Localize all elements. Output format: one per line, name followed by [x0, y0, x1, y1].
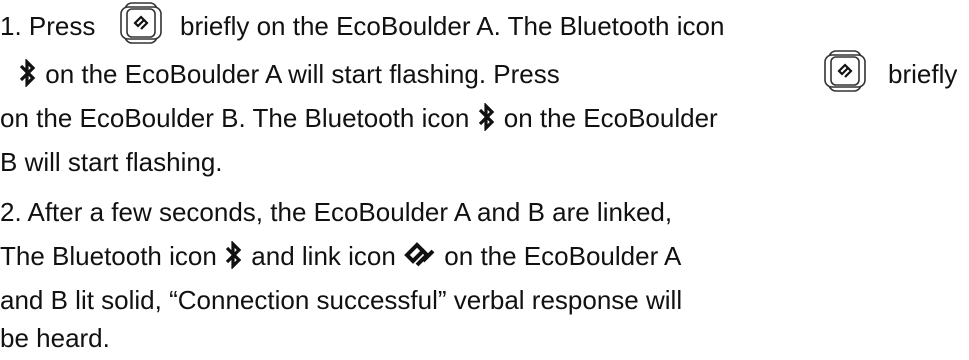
step1-text-a: 1. Press	[0, 11, 96, 41]
step1-line3: on the EcoBoulder B. The Bluetooth icon …	[0, 101, 718, 138]
bluetooth-icon-2	[477, 101, 497, 138]
step2-line1: 2. After a few seconds, the EcoBoulder A…	[0, 196, 672, 228]
step2-text-b: The Bluetooth icon	[0, 241, 217, 271]
step1-line2: on the EcoBoulder A will start flashing.…	[18, 57, 560, 94]
step2-text-c: and link icon	[251, 241, 396, 271]
step1-text-c: on the EcoBoulder A will start flashing.…	[45, 59, 560, 89]
step1-line4: B will start flashing.	[0, 146, 223, 178]
step1-text-e: on the EcoBoulder B. The Bluetooth icon	[0, 103, 470, 133]
step2-line2: The Bluetooth icon and link icon on the …	[0, 239, 682, 276]
step1-text-b: briefly on the EcoBoulder A. The Bluetoo…	[180, 11, 725, 41]
step1-text-g: B will start flashing.	[0, 147, 223, 177]
link-button-icon	[120, 2, 162, 49]
step1-text-d: briefly	[888, 59, 958, 89]
step2-text-e: and B lit solid, “Connection successful”…	[0, 285, 683, 315]
step1-line2b: briefly	[888, 58, 957, 90]
step1-line1: 1. Press	[0, 10, 95, 42]
step2-line4: be heard.	[0, 322, 110, 354]
link-icon	[403, 241, 437, 276]
step2-text-d: on the EcoBoulder A	[444, 241, 682, 271]
step2-line3: and B lit solid, “Connection successful”…	[0, 284, 682, 316]
step1-text-f: on the EcoBoulder	[503, 103, 718, 133]
bluetooth-icon	[18, 57, 38, 94]
bluetooth-icon-3	[224, 239, 244, 276]
step2-text-f: be heard.	[0, 323, 110, 353]
link-button-icon-2	[824, 50, 866, 97]
step2-text-a: 2. After a few seconds, the EcoBoulder A…	[0, 197, 673, 227]
step1-line1b: briefly on the EcoBoulder A. The Bluetoo…	[180, 10, 724, 42]
